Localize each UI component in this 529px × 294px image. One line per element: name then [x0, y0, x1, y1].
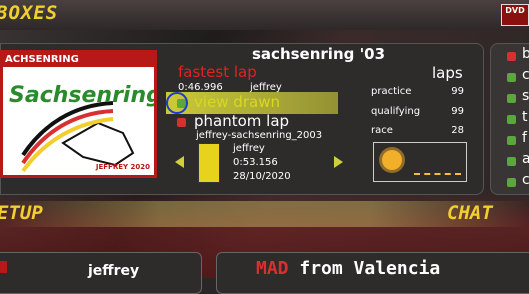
sidebar-item-7[interactable] [507, 178, 516, 187]
sidebar-item-1-label: b [522, 46, 529, 62]
sidebar-item-6[interactable] [507, 157, 516, 166]
track-name: sachsenring '03 [252, 45, 386, 63]
driver-name: jeffrey [88, 263, 140, 279]
sun-icon [382, 150, 402, 170]
race-label: race [371, 125, 393, 136]
setup-section-title[interactable]: ETUP [0, 202, 43, 224]
phantom-lap-option[interactable]: phantom lap [194, 112, 289, 130]
chat-message: MAD from Valencia [256, 258, 440, 279]
chat-text: from Valencia [299, 258, 441, 279]
weather-indicator [414, 173, 461, 175]
next-arrow-icon[interactable] [334, 156, 343, 168]
practice-laps[interactable]: 99 [451, 86, 464, 97]
sidebar-item-2-label: c [522, 67, 529, 83]
track-card[interactable]: ACHSENRING Sachsenring JEFFREY 2020 [0, 50, 157, 178]
sidebar-item-2[interactable] [507, 73, 516, 82]
dvd-badge[interactable]: DVD [501, 4, 529, 26]
chat-tag: MAD [256, 258, 289, 279]
cursor-ring [166, 92, 188, 114]
phantom-file-name: jeffrey-sachsenring_2003 [196, 130, 323, 141]
race-laps[interactable]: 28 [451, 125, 464, 136]
sidebar-item-1[interactable] [507, 52, 516, 61]
qualifying-laps[interactable]: 99 [451, 106, 464, 117]
sidebar-item-3[interactable] [507, 94, 516, 103]
sidebar-item-5[interactable] [507, 136, 516, 145]
phantom-lap-checkbox[interactable] [177, 118, 186, 127]
car-icon [198, 143, 220, 183]
header-title: BOXES [0, 2, 59, 24]
phantom-date: 28/10/2020 [233, 171, 291, 182]
laps-label: laps [432, 64, 463, 82]
sidebar-item-6-label: a [522, 151, 529, 167]
sidebar-item-4-label: t [522, 109, 528, 125]
fastest-lap-label: fastest lap [178, 63, 257, 81]
phantom-time: 0:53.156 [233, 157, 278, 168]
practice-label: practice [371, 86, 412, 97]
track-map-icon [21, 101, 135, 173]
qualifying-label: qualifying [371, 106, 421, 117]
view-drawn-option[interactable]: view drawn [194, 93, 280, 111]
phantom-driver: jeffrey [233, 143, 265, 154]
sidebar-item-7-label: c [522, 172, 529, 188]
driver-marker [0, 261, 7, 273]
sidebar-item-4[interactable] [507, 115, 516, 124]
sidebar-item-3-label: s [522, 88, 529, 104]
previous-arrow-icon[interactable] [175, 156, 184, 168]
header-bar [0, 0, 529, 30]
chat-section-title[interactable]: CHAT [447, 202, 493, 224]
sidebar-item-5-label: f [522, 130, 527, 146]
track-card-logo: Sachsenring [9, 83, 157, 108]
track-card-bottom-text: JEFFREY 2020 [95, 163, 150, 171]
